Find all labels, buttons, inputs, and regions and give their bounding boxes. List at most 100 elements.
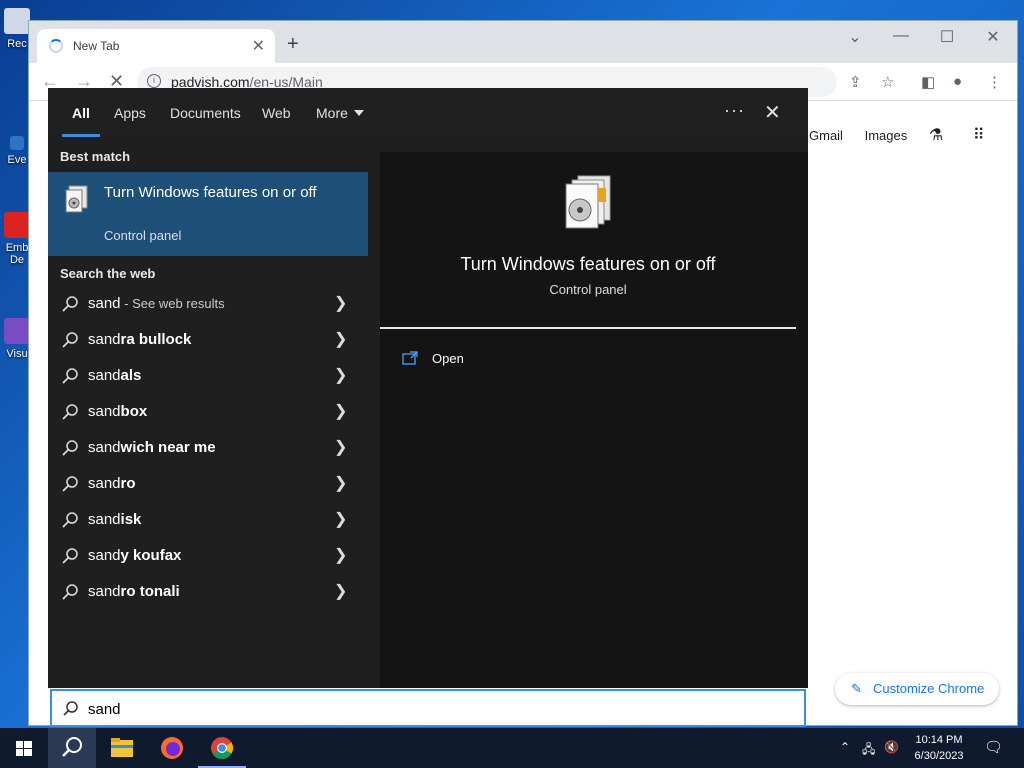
- open-icon: [402, 351, 418, 365]
- chevron-right-icon: ❯: [334, 331, 348, 348]
- start-button[interactable]: [0, 728, 48, 768]
- web-result-text: sandals: [88, 367, 142, 384]
- minimize-button[interactable]: —: [891, 27, 911, 45]
- search-icon: [62, 737, 82, 757]
- web-result-text: sandra bullock: [88, 331, 192, 348]
- windows-features-large-icon: [565, 175, 611, 229]
- best-match-item[interactable]: Turn Windows features on or off Control …: [48, 172, 368, 256]
- file-explorer-button[interactable]: [98, 728, 146, 768]
- search-icon: [62, 332, 78, 348]
- search-icon: [62, 584, 78, 600]
- search-icon: [62, 512, 78, 528]
- search-icon: [62, 548, 78, 564]
- desktop-icon-label: Eve: [7, 154, 27, 166]
- tab-all[interactable]: All: [72, 105, 90, 121]
- close-window-button[interactable]: ✕: [983, 27, 1003, 47]
- search-icon: [62, 476, 78, 492]
- side-panel-icon[interactable]: ◧: [921, 73, 935, 91]
- web-result-text: sandro: [88, 475, 136, 492]
- clock[interactable]: 10:14 PM 6/30/2023: [906, 732, 972, 764]
- search-icon: [62, 296, 78, 312]
- show-hidden-icons-button[interactable]: ⌃: [840, 740, 850, 754]
- preview-pane: Turn Windows features on or off Control …: [380, 152, 808, 688]
- menu-icon[interactable]: ⋮: [987, 73, 1002, 91]
- search-icon: [62, 368, 78, 384]
- tab-more[interactable]: More: [316, 105, 364, 121]
- taskbar-search-button[interactable]: [48, 728, 96, 768]
- pencil-icon: ✎: [851, 681, 862, 696]
- notification-icon[interactable]: 🗨: [984, 738, 1003, 756]
- close-tab-icon[interactable]: ✕: [252, 36, 265, 56]
- share-icon[interactable]: ⇪: [849, 73, 862, 91]
- best-match-heading: Best match: [60, 149, 131, 164]
- maximize-button[interactable]: ☐: [937, 27, 957, 47]
- network-icon[interactable]: 🖧: [862, 740, 875, 761]
- labs-icon[interactable]: ⚗: [929, 127, 943, 144]
- search-icon: [62, 404, 78, 420]
- windows-search-panel: All Apps Documents Web More ··· ✕ Best m…: [48, 88, 808, 688]
- tab-apps[interactable]: Apps: [114, 105, 146, 121]
- web-result-item[interactable]: sandals ❯: [48, 358, 368, 394]
- chevron-right-icon: ❯: [334, 403, 348, 420]
- tab-web[interactable]: Web: [262, 105, 291, 121]
- bookmark-star-icon[interactable]: ☆: [881, 73, 894, 91]
- chevron-right-icon: ❯: [334, 511, 348, 528]
- tab-documents[interactable]: Documents: [170, 105, 241, 121]
- web-result-text: sandbox: [88, 403, 148, 420]
- tab-strip: New Tab ✕ + ⌄ — ☐ ✕: [29, 21, 1017, 63]
- images-link[interactable]: Images: [865, 128, 908, 143]
- embarcadero-icon: [4, 212, 30, 238]
- web-result-item[interactable]: sandbox ❯: [48, 394, 368, 430]
- recycle-bin-icon: [4, 8, 30, 34]
- apps-grid-icon[interactable]: ⠿: [973, 127, 985, 144]
- open-label: Open: [432, 351, 464, 366]
- chevron-right-icon: ❯: [334, 547, 348, 564]
- volume-muted-icon[interactable]: 🔇: [884, 740, 899, 754]
- search-input[interactable]: [88, 697, 788, 721]
- preview-subtitle: Control panel: [549, 282, 627, 297]
- tab-search-icon[interactable]: ⌄: [845, 27, 865, 47]
- web-result-item[interactable]: sandro tonali ❯: [48, 574, 368, 610]
- ntp-header-links: Gmail Images ⚗ ⠿: [809, 125, 1003, 145]
- shortcut-icon: [10, 136, 24, 150]
- firefox-icon: [161, 737, 183, 759]
- web-result-item[interactable]: sandro ❯: [48, 466, 368, 502]
- search-icon: [63, 701, 78, 716]
- clock-time: 10:14 PM: [915, 734, 963, 746]
- preview-divider: [380, 327, 796, 329]
- firefox-button[interactable]: [148, 728, 196, 768]
- new-tab-button[interactable]: +: [287, 33, 299, 56]
- search-box[interactable]: [50, 689, 806, 727]
- customize-chrome-button[interactable]: ✎ Customize Chrome: [835, 673, 999, 705]
- web-result-text: sandy koufax: [88, 547, 182, 564]
- search-filter-bar: All Apps Documents Web More ··· ✕: [48, 88, 808, 138]
- preview-title: Turn Windows features on or off: [460, 254, 716, 274]
- web-result-item[interactable]: sandra bullock ❯: [48, 322, 368, 358]
- more-options-icon[interactable]: ···: [724, 100, 745, 121]
- open-action[interactable]: Open: [402, 350, 602, 370]
- site-info-icon[interactable]: i: [147, 74, 161, 88]
- web-result-item[interactable]: sandisk ❯: [48, 502, 368, 538]
- chrome-icon: [211, 737, 233, 759]
- taskbar: ⌃ 🖧 🔇 10:14 PM 6/30/2023 🗨: [0, 728, 1024, 768]
- visual-studio-icon: [4, 318, 30, 344]
- tab-title: New Tab: [73, 39, 120, 53]
- web-result-text: sandro tonali: [88, 583, 180, 600]
- web-result-item[interactable]: sandy koufax ❯: [48, 538, 368, 574]
- web-result-item[interactable]: sandwich near me ❯: [48, 430, 368, 466]
- caret-down-icon: [353, 110, 364, 116]
- close-search-button[interactable]: ✕: [764, 100, 781, 125]
- web-result-item[interactable]: sand - See web results ❯: [48, 286, 368, 322]
- loading-spinner-icon: [49, 39, 63, 53]
- chrome-button[interactable]: [198, 728, 246, 768]
- desktop-icon-label: Rec: [7, 38, 27, 50]
- desktop-icon-label: Emb De: [5, 242, 29, 266]
- tab-new-tab[interactable]: New Tab ✕: [37, 29, 275, 63]
- search-icon: [62, 440, 78, 456]
- gmail-link[interactable]: Gmail: [809, 128, 843, 143]
- clock-date: 6/30/2023: [914, 750, 964, 762]
- windows-features-icon: [65, 185, 88, 213]
- profile-avatar-icon[interactable]: ●: [953, 73, 962, 90]
- best-match-title: Turn Windows features on or off: [104, 184, 317, 201]
- results-list: Best match Turn Windows features on or o…: [48, 138, 368, 688]
